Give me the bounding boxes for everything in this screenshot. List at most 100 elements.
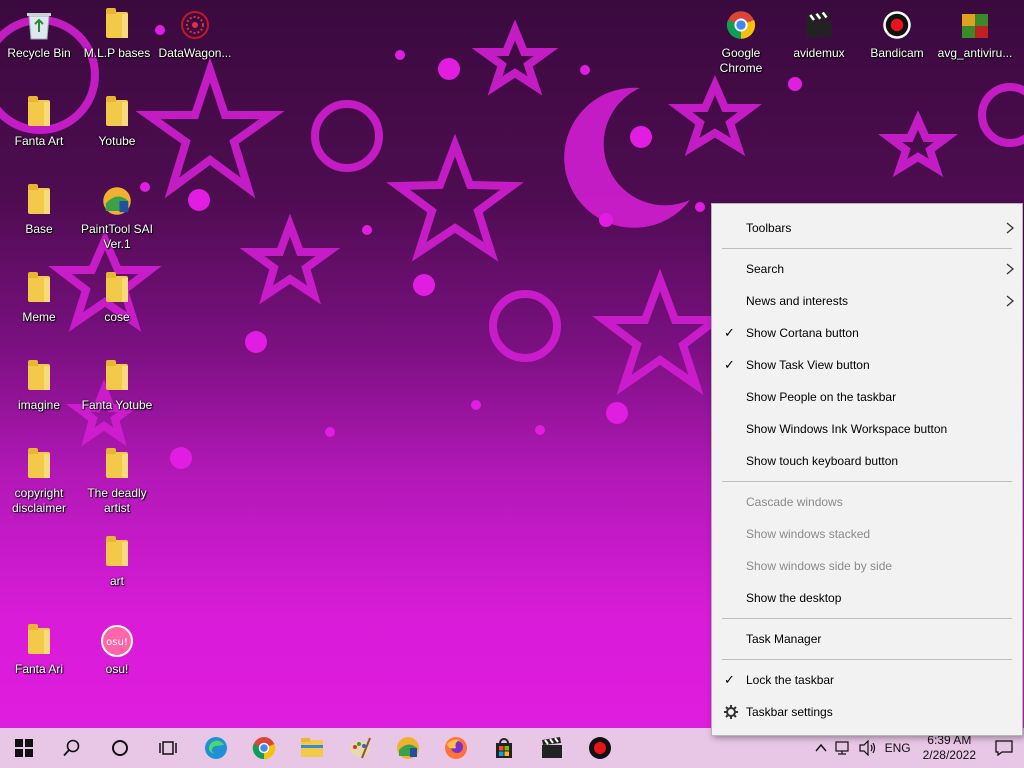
menu-item-show-windows-ink-workspace-button[interactable]: Show Windows Ink Workspace button <box>712 413 1022 445</box>
menu-item-label: Toolbars <box>746 221 792 235</box>
menu-item-search[interactable]: Search <box>712 253 1022 285</box>
desktop-icon[interactable]: Meme <box>0 264 78 346</box>
task-view-icon <box>159 741 177 755</box>
firefox-icon <box>445 737 467 759</box>
desktop-icon[interactable]: The deadly artist <box>78 440 156 522</box>
checkmark-icon: ✓ <box>724 357 735 372</box>
gear-icon <box>724 696 738 728</box>
folder-icon <box>23 448 55 482</box>
desktop-icon-label: Fanta Ari <box>14 662 64 676</box>
search-icon <box>63 739 80 757</box>
clock[interactable]: 6:39 AM 2/28/2022 <box>915 733 984 763</box>
desktop-icon[interactable]: Recycle Bin <box>0 0 78 82</box>
firefox-button[interactable] <box>432 728 480 768</box>
desktop-icon-label: Yotube <box>98 134 136 148</box>
desktop-icon[interactable]: Fanta Ari <box>0 616 78 698</box>
chevron-right-icon <box>1006 285 1014 317</box>
menu-item-label: Taskbar settings <box>746 705 833 719</box>
desktop-icon[interactable]: Fanta Yotube <box>78 352 156 434</box>
desktop-icon[interactable]: Yotube <box>78 88 156 170</box>
menu-item-toolbars[interactable]: Toolbars <box>712 212 1022 244</box>
menu-item-lock-the-taskbar[interactable]: ✓ Lock the taskbar <box>712 664 1022 696</box>
folder-icon <box>101 536 133 570</box>
search-button[interactable] <box>48 728 96 768</box>
desktop-icon[interactable]: Bandicam <box>858 0 936 82</box>
speaker-icon <box>858 740 875 756</box>
chrome-button[interactable] <box>240 728 288 768</box>
desktop-icon-label: Bandicam <box>870 46 924 60</box>
menu-item-label: Show windows side by side <box>746 559 893 573</box>
desktop-icon[interactable]: Fanta Art <box>0 88 78 170</box>
menu-item-taskbar-settings[interactable]: Taskbar settings <box>712 696 1022 728</box>
desktop-icon-label: osu! <box>105 662 129 676</box>
paint-button[interactable] <box>336 728 384 768</box>
menu-item-show-task-view-button[interactable]: ✓ Show Task View button <box>712 349 1022 381</box>
checkmark-icon: ✓ <box>724 672 735 687</box>
folder-icon <box>23 272 55 306</box>
folder-icon <box>23 96 55 130</box>
desktop-icon[interactable]: DataWagon... <box>156 0 234 82</box>
desktop-icon-label: The deadly artist <box>87 486 147 515</box>
paint-icon <box>350 737 371 759</box>
windows-logo-icon <box>15 739 33 757</box>
menu-item-label: Show Windows Ink Workspace button <box>746 422 948 436</box>
desktop-icon-label: cose <box>104 310 130 324</box>
file-explorer-icon <box>301 738 323 757</box>
bandicam-button[interactable] <box>576 728 624 768</box>
folder-icon <box>23 624 55 658</box>
desktop-icon-label: Meme <box>22 310 56 324</box>
menu-item-show-cortana-button[interactable]: ✓ Show Cortana button <box>712 317 1022 349</box>
folder-icon <box>101 96 133 130</box>
cortana-button[interactable] <box>96 728 144 768</box>
menu-item-label: Search <box>746 262 785 276</box>
cortana-circle-icon <box>112 740 128 756</box>
desktop-icon[interactable]: avidemux <box>780 0 858 82</box>
menu-item-label: Show touch keyboard button <box>746 454 899 468</box>
datawagon-icon <box>179 8 211 42</box>
taskbar-context-menu: Toolbars Search News and interests ✓ Show Co… <box>711 203 1023 736</box>
menu-separator <box>722 248 1012 249</box>
painttool-sai-button[interactable] <box>384 728 432 768</box>
bandicam-icon <box>881 8 913 42</box>
edge-icon <box>205 737 227 759</box>
desktop-icon-label: copyright disclaimer <box>11 486 66 515</box>
painttool-sai-icon <box>101 184 133 218</box>
menu-item-label: Show windows stacked <box>746 527 871 541</box>
edge-button[interactable] <box>192 728 240 768</box>
store-icon <box>496 738 512 758</box>
menu-item-show-touch-keyboard-button[interactable]: Show touch keyboard button <box>712 445 1022 477</box>
menu-item-show-the-desktop[interactable]: Show the desktop <box>712 582 1022 614</box>
chevron-up-icon <box>815 743 827 752</box>
menu-item-news-and-interests[interactable]: News and interests <box>712 285 1022 317</box>
desktop-icon[interactable]: imagine <box>0 352 78 434</box>
desktop-icon[interactable]: M.L.P bases <box>78 0 156 82</box>
desktop-icon-label: avg_antiviru... <box>937 46 1013 60</box>
desktop-icon[interactable]: cose <box>78 264 156 346</box>
folder-icon <box>101 360 133 394</box>
desktop-icon[interactable]: Base <box>0 176 78 258</box>
menu-item-show-people-on-the-taskbar[interactable]: Show People on the taskbar <box>712 381 1022 413</box>
task-view-button[interactable] <box>144 728 192 768</box>
desktop-icon[interactable]: copyright disclaimer <box>0 440 78 522</box>
painttool-sai-icon <box>397 737 419 759</box>
desktop-icon-label: art <box>109 574 124 588</box>
store-button[interactable] <box>480 728 528 768</box>
menu-item-label: Show Cortana button <box>746 326 859 340</box>
recycle-bin-icon <box>23 8 55 42</box>
desktop-icon[interactable]: avg_antiviru... <box>936 0 1014 82</box>
desktop-icon[interactable]: PaintTool SAI Ver.1 <box>78 176 156 258</box>
file-explorer-button[interactable] <box>288 728 336 768</box>
desktop-icon[interactable]: Google Chrome <box>702 0 780 82</box>
desktop-icon-label: Fanta Yotube <box>81 398 153 412</box>
start-button[interactable] <box>0 728 48 768</box>
menu-separator <box>722 659 1012 660</box>
menu-item-task-manager[interactable]: Task Manager <box>712 623 1022 655</box>
menu-item-label: Cascade windows <box>746 495 843 509</box>
desktop-icon[interactable]: art <box>78 528 156 610</box>
avidemux-button[interactable] <box>528 728 576 768</box>
network-icon <box>834 741 849 755</box>
clock-date: 2/28/2022 <box>922 748 976 762</box>
desktop-icon-label: imagine <box>17 398 61 412</box>
folder-icon <box>101 448 133 482</box>
desktop-icon[interactable]: osu! osu! <box>78 616 156 698</box>
